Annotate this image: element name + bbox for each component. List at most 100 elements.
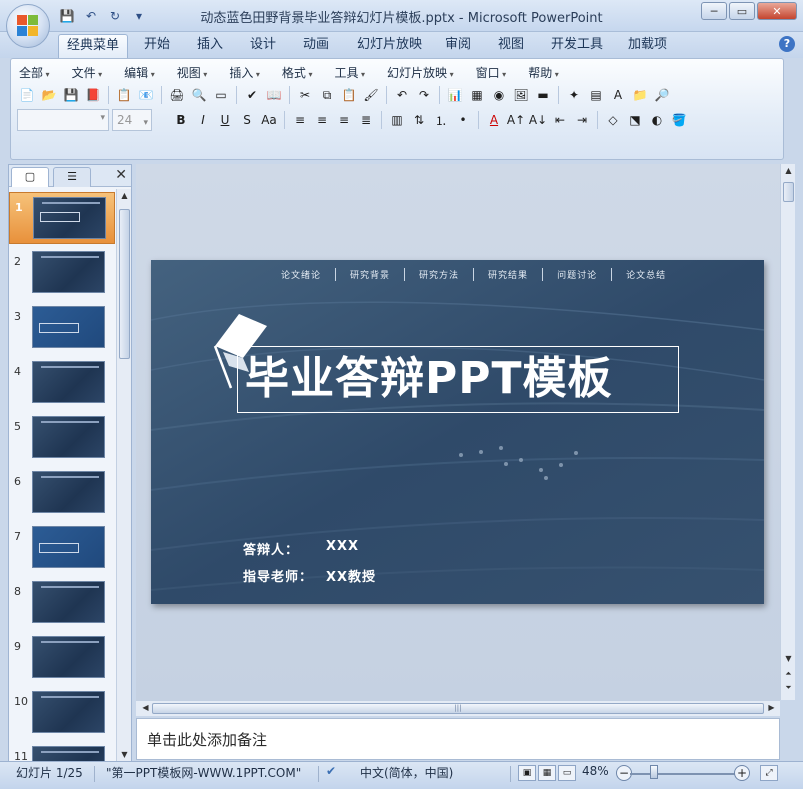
fit-to-window-icon[interactable]: ⤢ [760,765,778,781]
scroll-right-arrow-icon[interactable]: ▶ [766,703,777,712]
slide-thumbnail[interactable]: 3 [9,302,115,354]
menu-insert[interactable]: 插入 [229,64,260,81]
scroll-up-arrow-icon[interactable]: ▲ [783,166,794,175]
menu-all[interactable]: 全部 [19,64,50,81]
notes-pane[interactable]: 单击此处添加备注 [136,718,780,760]
advisor-value[interactable]: XX教授 [326,566,376,585]
shrink-font-icon[interactable]: A↓ [528,110,548,130]
zoom-slider-knob[interactable] [650,765,658,779]
page-setup-icon[interactable]: ▭ [211,85,231,105]
shape-fill-icon[interactable]: 🪣 [669,110,689,130]
new-file-icon[interactable]: 📄 [17,85,37,105]
permission-icon[interactable]: 📋 [114,85,134,105]
slide-thumbnail[interactable]: 6 [9,467,115,519]
email-icon[interactable]: 📧 [136,85,156,105]
close-button[interactable]: ✕ [757,2,797,20]
arrange-icon[interactable]: ⬔ [625,110,645,130]
normal-view-icon[interactable]: ▣ [518,765,536,781]
outline-tab[interactable]: ☰ [53,167,91,187]
new-slide-icon[interactable]: ✦ [564,85,584,105]
previous-slide-icon[interactable]: ⏶ [783,669,794,679]
bullets-icon[interactable]: • [453,110,473,130]
slide-title[interactable]: 毕业答辩PPT模板 [245,352,613,406]
slide-thumbnail[interactable]: 4 [9,357,115,409]
cut-icon[interactable]: ✂ [295,85,315,105]
font-name-select[interactable] [17,109,109,131]
bold-icon[interactable]: B [171,110,191,130]
scroll-down-arrow-icon[interactable]: ▼ [783,654,794,663]
copy-icon[interactable]: ⧉ [317,85,337,105]
tab-developer[interactable]: 开发工具 [543,34,611,58]
table-icon[interactable]: ▦ [467,85,487,105]
next-slide-icon[interactable]: ⏷ [783,683,794,693]
slide-thumbnail[interactable]: 8 [9,577,115,629]
menu-edit[interactable]: 编辑 [124,64,155,81]
tab-animation[interactable]: 动画 [295,34,337,58]
research-icon[interactable]: 📖 [264,85,284,105]
menu-slideshow[interactable]: 幻灯片放映 [387,64,454,81]
slide-thumbnail[interactable]: 2 [9,247,115,299]
slide-sorter-view-icon[interactable]: ▦ [538,765,556,781]
text-direction-icon[interactable]: ⇅ [409,110,429,130]
notes-placeholder[interactable]: 单击此处添加备注 [147,729,267,750]
numbering-icon[interactable]: ⒈ [431,110,451,130]
slide-thumbnail[interactable]: 10 [9,687,115,739]
menu-tools[interactable]: 工具 [334,64,365,81]
color-grayscale-icon[interactable]: ▬ [533,85,553,105]
change-case-icon[interactable]: Aa [259,110,279,130]
align-right-icon[interactable]: ≡ [334,110,354,130]
tab-view[interactable]: 视图 [490,34,532,58]
scroll-left-arrow-icon[interactable]: ◀ [140,703,151,712]
save-file-icon[interactable]: 💾 [61,85,81,105]
zoom-in-icon[interactable]: + [734,765,750,781]
clipart-icon[interactable]: ◉ [489,85,509,105]
tab-design[interactable]: 设计 [242,34,284,58]
menu-format[interactable]: 格式 [282,64,313,81]
zoom-slider[interactable] [630,773,738,775]
print-preview-icon[interactable]: 🔍 [189,85,209,105]
slideshow-view-icon[interactable]: ▭ [558,765,576,781]
slide-canvas[interactable]: 论文绪论 研究背景 研究方法 研究结果 问题讨论 论文总结 毕业答辩PPT模板 … [151,260,764,604]
spelling-check-icon[interactable]: ✔ [326,764,336,778]
decrease-indent-icon[interactable]: ⇤ [550,110,570,130]
slide-thumbnail[interactable]: 1 [9,192,115,244]
main-horizontal-scrollbar[interactable]: ◀ ||| ▶ [136,700,780,716]
scrollbar-thumb[interactable]: ||| [152,703,764,714]
tab-classic-menu[interactable]: 经典菜单 [58,34,129,58]
shape-style-icon[interactable]: ◐ [647,110,667,130]
slide-thumbnail[interactable]: 11 [9,742,115,763]
menu-file[interactable]: 文件 [72,64,103,81]
print-icon[interactable]: 🖨 [167,85,187,105]
shadow-icon[interactable]: S [237,110,257,130]
slide-thumbnail[interactable]: 5 [9,412,115,464]
redo-toolbar-icon[interactable]: ↷ [414,85,434,105]
menu-help[interactable]: 帮助 [528,64,559,81]
scrollbar-thumb[interactable] [119,209,130,359]
language-indicator[interactable]: 中文(简体，中国) [360,764,453,781]
format-painter-icon[interactable]: 🖌 [361,85,381,105]
menu-window[interactable]: 窗口 [476,64,507,81]
underline-icon[interactable]: U [215,110,235,130]
tab-review[interactable]: 审阅 [437,34,479,58]
main-vertical-scrollbar[interactable]: ▲ ▼ ⏶ ⏷ [780,164,795,700]
align-left-icon[interactable]: ≡ [290,110,310,130]
picture-icon[interactable]: 🖼 [511,85,531,105]
help-icon[interactable]: ? [779,36,795,52]
text-box-icon[interactable]: A [608,85,628,105]
tab-home[interactable]: 开始 [136,34,178,58]
slide-layout-icon[interactable]: ▤ [586,85,606,105]
panel-close-icon[interactable]: ✕ [115,167,127,183]
undo-toolbar-icon[interactable]: ↶ [392,85,412,105]
spelling-icon[interactable]: ✔ [242,85,262,105]
justify-icon[interactable]: ≣ [356,110,376,130]
maximize-button[interactable]: ▭ [729,2,755,20]
scrollbar-thumb[interactable] [783,182,794,202]
office-button[interactable] [6,4,50,48]
shapes-icon[interactable]: ◇ [603,110,623,130]
presenter-value[interactable]: XXX [326,539,359,554]
menu-view[interactable]: 视图 [177,64,208,81]
tab-addins[interactable]: 加载项 [620,34,675,58]
slide-thumbnail[interactable]: 7 [9,522,115,574]
zoom-icon[interactable]: 🔎 [652,85,672,105]
columns-icon[interactable]: ▥ [387,110,407,130]
